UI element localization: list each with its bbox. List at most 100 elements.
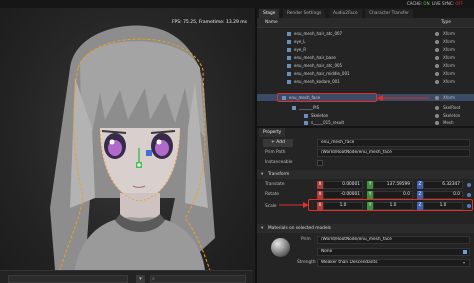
row-type: SkelRoot — [443, 105, 461, 110]
stage-row[interactable]: enu_mesh_hair_atc_007 Xform — [257, 30, 474, 37]
panel-tabs: Stage Render Settings Audio2Face Charact… — [257, 8, 474, 18]
prim-icon — [287, 39, 291, 44]
stage-row[interactable]: enu_mesh_hair_middle_001 Xform — [257, 70, 474, 77]
right-panel: Stage Render Settings Audio2Face Charact… — [255, 8, 474, 283]
eye-icon[interactable] — [435, 63, 439, 68]
row-name: enu_mesh_kodare_001 — [294, 79, 340, 84]
prim-icon — [287, 47, 291, 52]
row-type: Xform — [443, 95, 456, 100]
property-panel: Property + Add enu_mesh_face Prim Path /… — [257, 126, 474, 283]
eye-icon[interactable] — [435, 113, 439, 118]
toolbar-button[interactable]: ▾ — [136, 275, 145, 283]
material-select[interactable]: None — [317, 248, 470, 256]
stage-row[interactable]: s_____015_result Mesh — [257, 119, 474, 126]
timeline-field[interactable] — [8, 275, 128, 283]
scale-label: Scale — [265, 204, 277, 209]
material-prim-field[interactable]: /World/RootNode/enu_mesh_face — [317, 236, 470, 244]
prim-path-field[interactable]: /World/RootNode/enu_mesh_face — [317, 149, 470, 157]
stage-tree: Name Type enu_mesh_hair_atc_007 Xform ey… — [257, 18, 474, 126]
top-status-bar: CACHE: ON LIVE SYNC: OFF — [0, 0, 474, 8]
rotate-y-field[interactable]: 0.0 — [373, 191, 413, 199]
add-button[interactable]: + Add — [263, 139, 293, 147]
stage-row[interactable]: enu_mesh_hair_atc_005 Xform — [257, 62, 474, 69]
strength-label: Strength — [297, 260, 316, 265]
instanceable-checkbox[interactable] — [317, 160, 323, 166]
eye-icon[interactable] — [435, 39, 439, 44]
prim-icon — [304, 120, 308, 125]
strength-select[interactable]: Weaker than Descendants — [317, 259, 470, 267]
material-ball-icon — [271, 238, 290, 257]
tab-character-transfer[interactable]: Character Transfer — [365, 9, 413, 18]
annotation-highlight — [277, 93, 377, 102]
stage-row[interactable]: eye_L Xform — [257, 38, 474, 45]
cache-status: CACHE: ON — [407, 1, 430, 6]
column-type-header: Type — [441, 20, 451, 25]
eye-icon[interactable] — [435, 55, 439, 60]
row-name: s_____015_result — [311, 120, 345, 125]
rotate-x-field[interactable]: -0.00001 — [323, 191, 363, 199]
eye-icon[interactable] — [435, 31, 439, 36]
row-name: _______PIS — [299, 105, 320, 110]
translate-x-field[interactable]: 0.00001 — [323, 181, 363, 189]
row-name: eye_L — [294, 39, 306, 44]
stage-row[interactable]: _______PIS SkelRoot — [257, 104, 474, 111]
collapse-arrow-icon: ▾ — [261, 172, 264, 177]
chevron-down-icon[interactable]: ▾ — [463, 260, 465, 265]
collapse-arrow-icon: ▾ — [261, 226, 264, 231]
rotate-z-field[interactable]: 0.0 — [423, 191, 463, 199]
row-type: Skeleton — [443, 113, 461, 118]
row-type: Mesh — [443, 120, 454, 125]
material-prim-label: Prim — [301, 237, 311, 242]
cache-label: CACHE: — [407, 1, 423, 6]
eye-icon[interactable] — [435, 79, 439, 84]
live-sync-label: LIVE SYNC: — [432, 1, 455, 6]
stage-row[interactable]: Skeleton Skeleton — [257, 112, 474, 119]
search-input[interactable] — [150, 275, 246, 283]
prim-icon — [304, 113, 308, 118]
materials-title: Materials on selected models — [268, 226, 331, 231]
tab-render-settings[interactable]: Render Settings — [283, 9, 326, 18]
stage-row[interactable]: eye_R Xform — [257, 46, 474, 53]
annotation-arrow — [279, 202, 309, 208]
stage-row[interactable]: enu_mesh_kodare_001 Xform — [257, 78, 474, 85]
translate-y-field[interactable]: 137.59599 — [373, 181, 413, 189]
row-type: Xform — [443, 55, 456, 60]
reset-icon[interactable] — [467, 183, 471, 187]
column-name-header: Name — [265, 20, 278, 25]
cache-value: ON — [423, 1, 430, 6]
row-name: enu_mesh_hair_middle_001 — [294, 71, 350, 76]
row-type: Xform — [443, 47, 456, 52]
row-type: Xform — [443, 39, 456, 44]
eye-icon[interactable] — [435, 105, 439, 110]
prim-name-field[interactable]: enu_mesh_face — [317, 139, 470, 147]
tab-property[interactable]: Property — [259, 128, 286, 137]
row-name: enu_mesh_hair_atc_005 — [294, 63, 343, 68]
viewport[interactable]: FPS: 75.25, Frametime: 13.29 ms ▾ ⌕ — [0, 8, 253, 283]
row-name: enu_mesh_hair_atc_007 — [294, 31, 343, 36]
eye-icon[interactable] — [435, 71, 439, 76]
character-model[interactable] — [0, 8, 253, 270]
annotation-arrow — [377, 95, 429, 101]
eye-icon[interactable] — [435, 120, 439, 125]
transform-section-header[interactable]: ▾ Transform — [257, 170, 474, 179]
viewport-toolbar: ▾ ⌕ — [0, 270, 253, 283]
stage-row[interactable]: enu_mesh_hair_base Xform — [257, 54, 474, 61]
prim-icon — [287, 55, 291, 60]
prim-icon — [287, 71, 291, 76]
reset-icon[interactable] — [467, 193, 471, 197]
prim-icon — [287, 79, 291, 84]
row-type: Xform — [443, 79, 456, 84]
prim-icon — [287, 31, 291, 36]
tab-audio2face[interactable]: Audio2Face — [329, 9, 362, 18]
row-type: Xform — [443, 63, 456, 68]
live-sync-status[interactable]: LIVE SYNC: OFF — [432, 1, 463, 6]
eye-icon[interactable] — [435, 47, 439, 52]
translate-z-field[interactable]: 6.32347 — [423, 181, 463, 189]
row-type: Xform — [443, 71, 456, 76]
material-icon[interactable] — [463, 250, 467, 254]
stage-header: Name Type — [257, 18, 474, 28]
row-name: enu_mesh_hair_base — [294, 55, 336, 60]
materials-section-header[interactable]: ▾ Materials on selected models — [257, 224, 474, 233]
tab-stage[interactable]: Stage — [259, 9, 280, 18]
row-name: Skeleton — [311, 113, 329, 118]
